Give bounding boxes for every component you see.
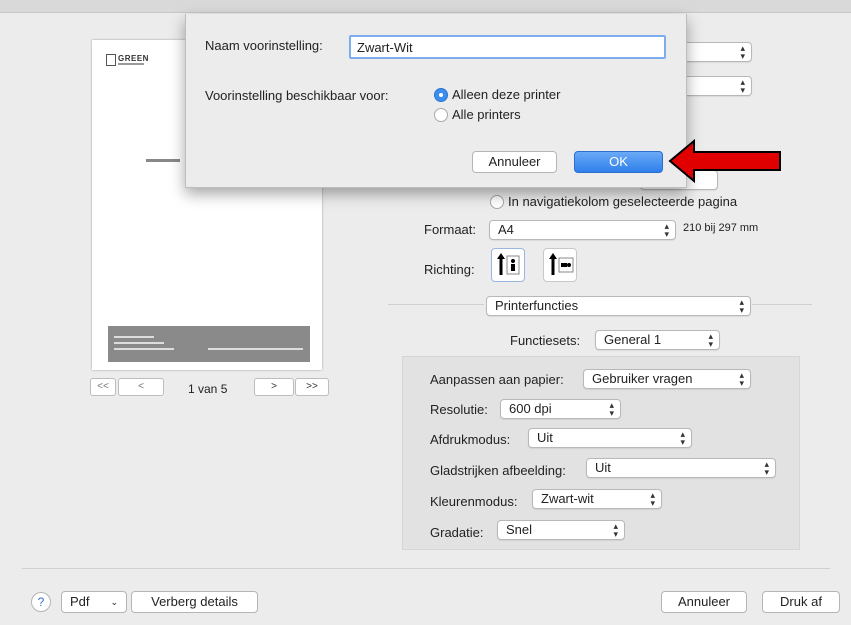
last-page-button[interactable]: >> bbox=[295, 378, 329, 396]
stepper-arrows-icon: ▴ ▾ bbox=[650, 490, 655, 508]
fit-label: Aanpassen aan papier: bbox=[430, 372, 564, 387]
smoothing-popup[interactable]: Uit ▴ ▾ bbox=[586, 458, 776, 478]
gradation-value: Snel bbox=[506, 522, 533, 537]
function-sets-popup[interactable]: General 1 ▴ ▾ bbox=[595, 330, 720, 350]
cancel-button[interactable]: Annuleer bbox=[661, 591, 747, 613]
portrait-orientation-button[interactable] bbox=[491, 248, 525, 282]
stepper-arrows-icon: ▴ ▾ bbox=[664, 221, 669, 239]
logo-text: GREEN bbox=[118, 54, 149, 63]
pdf-label: Pdf bbox=[70, 594, 90, 609]
page-indicator: 1 van 5 bbox=[188, 382, 228, 396]
preset-name-label: Naam voorinstelling: bbox=[205, 38, 323, 53]
fit-value: Gebruiker vragen bbox=[592, 371, 693, 386]
landscape-icon bbox=[549, 253, 574, 275]
function-sets-value: General 1 bbox=[604, 332, 662, 347]
function-sets-label: Functiesets: bbox=[510, 333, 581, 348]
logo-subline bbox=[118, 63, 144, 65]
save-preset-sheet: Naam voorinstelling: Voorinstelling besc… bbox=[185, 14, 687, 188]
help-button[interactable]: ? bbox=[31, 592, 51, 612]
footer-text-line bbox=[114, 342, 164, 344]
next-page-button[interactable]: > bbox=[254, 378, 294, 396]
selected-pages-radio[interactable] bbox=[490, 195, 504, 209]
title-bar bbox=[0, 0, 851, 13]
resolution-value: 600 dpi bbox=[509, 401, 552, 416]
this-printer-label: Alleen deze printer bbox=[452, 87, 561, 102]
first-page-button[interactable]: << bbox=[90, 378, 116, 396]
stepper-arrows-icon: ▴ ▾ bbox=[609, 400, 614, 418]
selected-pages-label: In navigatiekolom geselecteerde pagina bbox=[508, 194, 738, 209]
separator-right bbox=[752, 304, 812, 305]
portrait-icon bbox=[497, 253, 520, 275]
resolution-popup[interactable]: 600 dpi ▴ ▾ bbox=[500, 399, 621, 419]
landscape-orientation-button[interactable] bbox=[543, 248, 577, 282]
all-printers-radio[interactable] bbox=[434, 108, 448, 122]
color-mode-label: Kleurenmodus: bbox=[430, 494, 518, 509]
footer-text-line bbox=[114, 336, 154, 338]
color-mode-value: Zwart-wit bbox=[541, 491, 594, 506]
all-printers-label: Alle printers bbox=[452, 107, 521, 122]
print-button[interactable]: Druk af bbox=[762, 591, 840, 613]
stepper-arrows-icon: ▴ ▾ bbox=[613, 521, 618, 539]
logo-icon bbox=[106, 54, 116, 66]
stepper-arrows-icon: ▴ ▾ bbox=[740, 77, 745, 95]
previous-page-button[interactable]: < bbox=[118, 378, 164, 396]
stepper-arrows-icon: ▴ ▾ bbox=[739, 370, 744, 388]
resolution-label: Resolutie: bbox=[430, 402, 488, 417]
red-arrow-icon bbox=[668, 139, 781, 183]
format-value: A4 bbox=[498, 222, 514, 237]
fit-popup[interactable]: Gebruiker vragen ▴ ▾ bbox=[583, 369, 751, 389]
footer-text-line bbox=[208, 348, 303, 350]
footer-separator bbox=[22, 568, 830, 569]
print-mode-label: Afdrukmodus: bbox=[430, 432, 511, 447]
print-mode-popup[interactable]: Uit ▴ ▾ bbox=[528, 428, 692, 448]
this-printer-radio[interactable] bbox=[434, 88, 448, 102]
color-mode-popup[interactable]: Zwart-wit ▴ ▾ bbox=[532, 489, 662, 509]
format-label: Formaat: bbox=[424, 222, 477, 237]
chevron-down-icon: ⌄ bbox=[110, 597, 118, 607]
stepper-arrows-icon: ▴ ▾ bbox=[708, 331, 713, 349]
pdf-menu-button[interactable]: Pdf ⌄ bbox=[61, 591, 127, 613]
stepper-arrows-icon: ▴ ▾ bbox=[680, 429, 685, 447]
dialog-cancel-button[interactable]: Annuleer bbox=[472, 151, 557, 173]
availability-label: Voorinstelling beschikbaar voor: bbox=[205, 88, 389, 103]
preset-name-input[interactable] bbox=[349, 35, 666, 59]
smoothing-value: Uit bbox=[595, 460, 611, 475]
format-popup[interactable]: A4 ▴ ▾ bbox=[489, 220, 676, 240]
section-popup[interactable]: Printerfuncties ▴ ▾ bbox=[486, 296, 751, 316]
print-mode-value: Uit bbox=[537, 430, 553, 445]
dialog-ok-button[interactable]: OK bbox=[574, 151, 663, 173]
format-size: 210 bij 297 mm bbox=[683, 222, 759, 234]
stepper-arrows-icon: ▴ ▾ bbox=[739, 297, 744, 315]
separator-left bbox=[388, 304, 484, 305]
section-value: Printerfuncties bbox=[495, 298, 579, 313]
footer-text-line bbox=[114, 348, 174, 350]
stepper-arrows-icon: ▴ ▾ bbox=[740, 43, 745, 61]
smoothing-label: Gladstrijken afbeelding: bbox=[430, 463, 566, 478]
gradation-label: Gradatie: bbox=[430, 525, 484, 540]
hide-details-button[interactable]: Verberg details bbox=[131, 591, 258, 613]
preview-footer-band bbox=[108, 326, 310, 362]
document-text-line bbox=[146, 159, 180, 162]
orientation-label: Richting: bbox=[424, 262, 475, 277]
gradation-popup[interactable]: Snel ▴ ▾ bbox=[497, 520, 625, 540]
stepper-arrows-icon: ▴ ▾ bbox=[764, 459, 769, 477]
